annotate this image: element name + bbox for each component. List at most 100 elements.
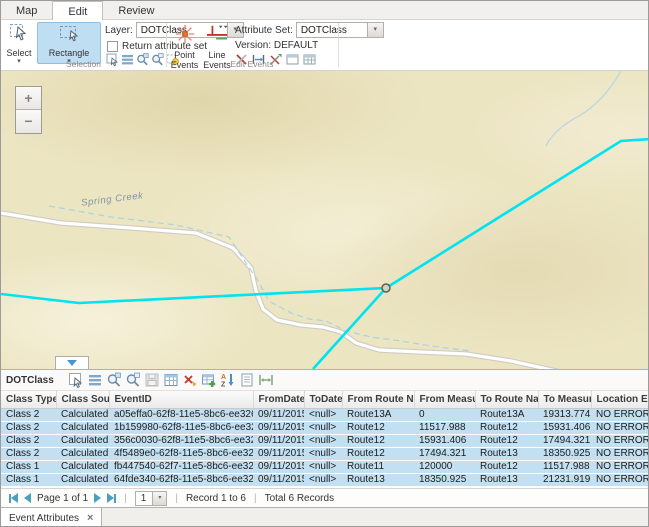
first-page-button[interactable] <box>9 493 18 503</box>
table-cell[interactable]: Route13A <box>342 408 414 421</box>
chevron-down-icon[interactable]: ▾ <box>152 492 166 505</box>
column-header[interactable]: Class Type <box>1 391 56 408</box>
table-cell[interactable]: Route12 <box>342 421 414 434</box>
table-cell[interactable]: 0 <box>414 408 475 421</box>
sort-icon[interactable]: AZ <box>220 372 236 388</box>
route-line[interactable] <box>386 139 648 288</box>
remove-record-icon[interactable] <box>182 372 198 388</box>
select-tool-button[interactable]: Select ▾ <box>3 22 35 64</box>
last-page-button[interactable] <box>107 493 116 503</box>
table-cell[interactable]: 09/11/2015 <box>253 421 304 434</box>
table-cell[interactable]: Class 1 <box>1 460 56 473</box>
route-junction-marker[interactable] <box>382 284 390 292</box>
table-cell[interactable]: 09/11/2015 <box>253 434 304 447</box>
table-row[interactable]: Class 2Calculated4f5489e0-62f8-11e5-8bc6… <box>1 447 649 460</box>
table-cell[interactable]: Route12 <box>475 434 538 447</box>
zoom-in-button[interactable]: + <box>16 87 41 110</box>
table-cell[interactable]: 1b159980-62f8-11e5-8bc6-ee32641d5ec9 <box>109 421 253 434</box>
table-row[interactable]: Class 1Calculatedfb447540-62f7-11e5-8bc6… <box>1 460 649 473</box>
select-records-icon[interactable] <box>68 372 84 388</box>
chevron-down-icon[interactable]: ▾ <box>367 23 383 37</box>
table-cell[interactable]: NO ERROR <box>591 434 649 447</box>
next-page-button[interactable] <box>94 493 101 503</box>
table-cell[interactable]: Class 2 <box>1 447 56 460</box>
table-cell[interactable]: Calculated <box>56 434 109 447</box>
rectangle-tool-button[interactable]: Rectangle ▾ <box>37 22 101 64</box>
table-cell[interactable]: <null> <box>304 460 342 473</box>
column-header[interactable]: From Route Name <box>342 391 414 408</box>
tab-review[interactable]: Review <box>103 1 169 20</box>
tab-event-attributes[interactable]: Event Attributes × <box>1 508 102 527</box>
table-cell[interactable]: fb447540-62f7-11e5-8bc6-ee32641d5ec9 <box>109 460 253 473</box>
table-cell[interactable]: 356c0030-62f8-11e5-8bc6-ee32641d5ec9 <box>109 434 253 447</box>
table-cell[interactable]: Route12 <box>475 421 538 434</box>
open-table-icon[interactable] <box>163 372 179 388</box>
table-row[interactable]: Class 1Calculated64fde340-62f8-11e5-8bc6… <box>1 473 649 486</box>
table-row[interactable]: Class 2Calculated1b159980-62f8-11e5-8bc6… <box>1 421 649 434</box>
table-cell[interactable]: NO ERROR <box>591 473 649 486</box>
table-cell[interactable]: 4f5489e0-62f8-11e5-8bc6-ee32641d5ec9 <box>109 447 253 460</box>
table-cell[interactable]: 64fde340-62f8-11e5-8bc6-ee32641d5ec9 <box>109 473 253 486</box>
table-cell[interactable]: Route11 <box>342 460 414 473</box>
table-cell[interactable]: 17494.321 <box>538 434 591 447</box>
table-cell[interactable]: 11517.988 <box>538 460 591 473</box>
previous-page-button[interactable] <box>24 493 31 503</box>
table-row[interactable]: Class 2Calculateda05effa0-62f8-11e5-8bc6… <box>1 408 649 421</box>
column-header[interactable]: FromDate <box>253 391 304 408</box>
table-row[interactable]: Class 2Calculated356c0030-62f8-11e5-8bc6… <box>1 434 649 447</box>
tab-map[interactable]: Map <box>1 1 52 20</box>
table-cell[interactable]: NO ERROR <box>591 421 649 434</box>
table-cell[interactable]: Route12 <box>475 460 538 473</box>
table-cell[interactable]: Calculated <box>56 408 109 421</box>
table-cell[interactable]: Calculated <box>56 473 109 486</box>
add-record-icon[interactable] <box>201 372 217 388</box>
table-cell[interactable]: 15931.406 <box>414 434 475 447</box>
table-cell[interactable]: Route12 <box>342 434 414 447</box>
column-header[interactable]: From Measure <box>414 391 475 408</box>
column-header[interactable]: To Measure <box>538 391 591 408</box>
table-cell[interactable]: Calculated <box>56 447 109 460</box>
table-cell[interactable]: 18350.925 <box>414 473 475 486</box>
table-cell[interactable]: 11517.988 <box>414 421 475 434</box>
column-header[interactable]: EventID <box>109 391 253 408</box>
table-cell[interactable]: Route13 <box>475 447 538 460</box>
table-cell[interactable]: 120000 <box>414 460 475 473</box>
zoom-out-button[interactable]: − <box>16 110 41 133</box>
table-cell[interactable]: <null> <box>304 408 342 421</box>
table-cell[interactable]: 18350.925 <box>538 447 591 460</box>
page-number-dropdown[interactable]: 1 ▾ <box>135 491 168 506</box>
column-header[interactable]: ToDate <box>304 391 342 408</box>
table-cell[interactable]: NO ERROR <box>591 408 649 421</box>
table-cell[interactable]: 19313.774 <box>538 408 591 421</box>
table-cell[interactable]: Route12 <box>342 447 414 460</box>
table-cell[interactable]: Class 2 <box>1 408 56 421</box>
table-cell[interactable]: a05effa0-62f8-11e5-8bc6-ee32641d5ec9 <box>109 408 253 421</box>
save-icon[interactable] <box>144 372 160 388</box>
fit-columns-icon[interactable] <box>258 372 274 388</box>
return-attribute-set-checkbox[interactable] <box>107 41 118 52</box>
panel-collapse-handle[interactable] <box>55 356 89 369</box>
table-cell[interactable]: NO ERROR <box>591 460 649 473</box>
table-cell[interactable]: Class 2 <box>1 434 56 447</box>
table-cell[interactable]: Route13A <box>475 408 538 421</box>
table-cell[interactable]: 15931.406 <box>538 421 591 434</box>
table-cell[interactable]: Class 2 <box>1 421 56 434</box>
table-cell[interactable]: <null> <box>304 421 342 434</box>
table-cell[interactable]: Class 1 <box>1 473 56 486</box>
pan-to-record-icon[interactable] <box>125 372 141 388</box>
tab-edit[interactable]: Edit <box>52 1 103 20</box>
table-cell[interactable]: Calculated <box>56 421 109 434</box>
attribute-set-dropdown[interactable]: DOTClass ▾ <box>296 22 384 38</box>
table-cell[interactable]: 09/11/2015 <box>253 460 304 473</box>
table-cell[interactable]: Route13 <box>475 473 538 486</box>
table-cell[interactable]: 09/11/2015 <box>253 408 304 421</box>
map-canvas[interactable]: Spring Creek + − <box>1 71 648 369</box>
zoom-to-record-icon[interactable] <box>106 372 122 388</box>
table-cell[interactable]: NO ERROR <box>591 447 649 460</box>
attribute-page-icon[interactable] <box>239 372 255 388</box>
table-cell[interactable]: 21231.919 <box>538 473 591 486</box>
table-cell[interactable]: <null> <box>304 473 342 486</box>
table-cell[interactable]: 09/11/2015 <box>253 473 304 486</box>
column-header[interactable]: Location Error <box>591 391 649 408</box>
column-header[interactable]: Class Source <box>56 391 109 408</box>
